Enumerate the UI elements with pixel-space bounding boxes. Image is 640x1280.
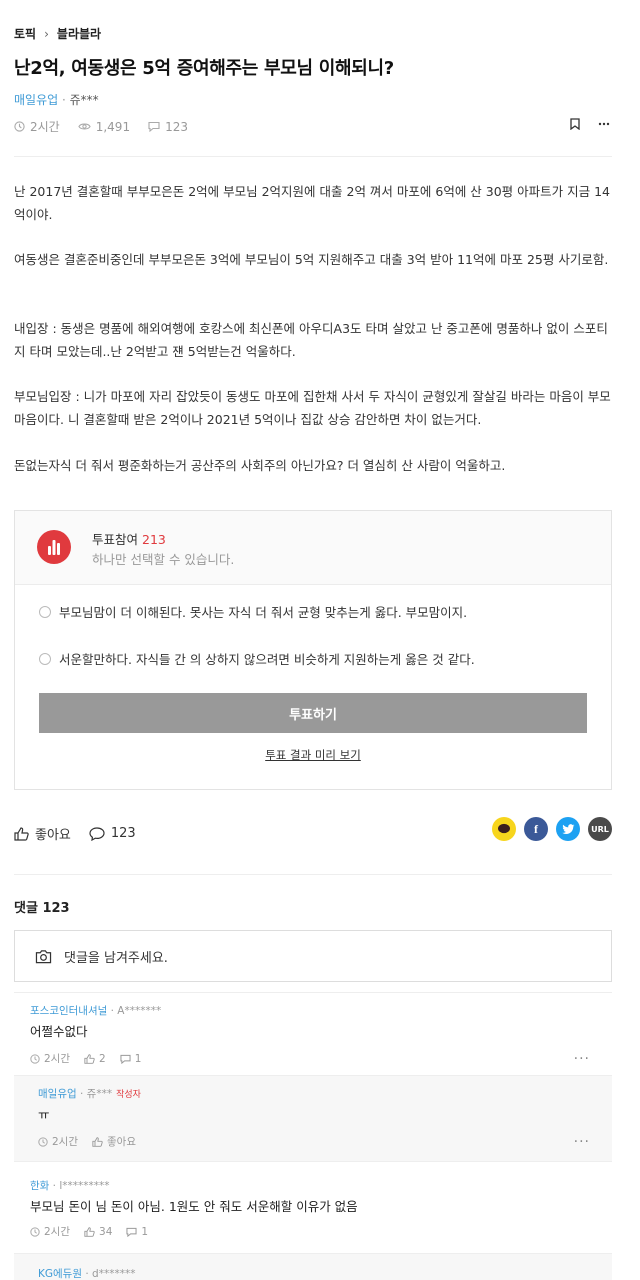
post-paragraph: 내입장 : 동생은 명품에 해외여행에 호캉스에 최신폰에 아우디A3도 타며 … (14, 321, 608, 359)
poll-title: 투표참여 213 (92, 529, 166, 548)
comment-author: 매일유업 · 쥬*** 작성자 (38, 1088, 141, 1100)
thumbs-up-icon (14, 826, 29, 841)
poll-option-label: 부모님맘이 더 이해된다. 못사는 자식 더 줘서 균형 맞추는게 옳다. 부모… (59, 605, 468, 620)
poll-option-label: 서운할만하다. 자식들 간 의 상하지 않으려면 비슷하게 지원하는게 옳은 것… (59, 652, 475, 667)
comment-meta: 2시간 좋아요 (38, 1134, 136, 1149)
comment-like-button[interactable]: 34 (84, 1226, 112, 1238)
like-label: 좋아요 (35, 828, 71, 843)
url-share-button[interactable]: URL (588, 817, 612, 841)
comment-author: 포스코인터내셔널 · A******* (30, 1005, 162, 1017)
chevron-right-icon: › (44, 26, 49, 41)
clock-icon (14, 121, 25, 132)
camera-icon[interactable] (35, 949, 52, 964)
comment-item: 한화 · l********* 부모님 돈이 님 돈이 아님. 1원도 안 줘도… (14, 1161, 612, 1253)
comments-title: 댓글 123 (14, 901, 70, 916)
comment-like-button[interactable]: 좋아요 (92, 1134, 136, 1149)
vote-button[interactable]: 투표하기 (39, 693, 587, 733)
comment-icon (89, 826, 105, 841)
divider (14, 874, 612, 875)
poll-header: 투표참여 213 하나만 선택할 수 있습니다. (15, 511, 611, 585)
post-paragraph: 난 2017년 결혼할때 부부모은돈 2억에 부모님 2억지원에 대출 2억 껴… (14, 184, 611, 222)
share-buttons: f URL (492, 817, 612, 841)
eye-icon (78, 121, 91, 132)
comment-item: 포스코인터내셔널 · A******* 어쩔수없다 2시간 2 1 ··· (14, 992, 612, 1075)
poll-count: 213 (142, 532, 166, 547)
clock-icon (38, 1136, 48, 1147)
post-paragraph: 여동생은 결혼준비중인데 부부모은돈 3억에 부모님이 5억 지원해주고 대출 … (14, 252, 609, 267)
kakao-share-button[interactable] (492, 817, 516, 841)
breadcrumb: 토픽 › 블라블라 (14, 25, 101, 42)
comment-meta: 2시간 2 1 (30, 1051, 141, 1066)
comment-count-button[interactable]: 123 (89, 826, 136, 841)
more-icon[interactable]: ··· (574, 1051, 590, 1067)
comment-like-button[interactable]: 2 (84, 1053, 106, 1065)
post-meta: 2시간 1,491 123 (14, 118, 188, 135)
comment-text: ㅠ (38, 1107, 50, 1122)
facebook-icon: f (534, 821, 538, 836)
author-company[interactable]: 매일유업 (14, 93, 58, 107)
poll-option[interactable]: 부모님맘이 더 이해된다. 못사는 자식 더 줘서 균형 맞추는게 옳다. 부모… (39, 602, 467, 621)
post-paragraph: 부모님입장 : 니가 마포에 자리 잡았듯이 동생도 마포에 집한채 사서 두 … (14, 389, 611, 427)
poll-label: 투표참여 (92, 532, 139, 547)
divider (14, 156, 612, 157)
post-title: 난2억, 여동생은 5억 증여해주는 부모님 이해되니? (14, 58, 394, 79)
poll-preview-link[interactable]: 투표 결과 미리 보기 (15, 747, 611, 763)
radio-button[interactable] (39, 652, 51, 665)
post-reactions: 좋아요 123 (14, 824, 136, 843)
post-comments-text: 123 (165, 119, 188, 134)
post-comments: 123 (148, 120, 188, 134)
more-icon[interactable]: ··· (574, 1134, 590, 1150)
post-author: 매일유업 · 쥬*** (14, 91, 99, 108)
thumbs-up-icon (84, 1226, 95, 1237)
comment-reply-button[interactable]: 1 (120, 1053, 141, 1065)
thumbs-up-icon (92, 1136, 103, 1147)
post-views-text: 1,491 (95, 119, 131, 134)
comment-text: 부모님 돈이 님 돈이 아님. 1원도 안 줘도 서운해할 이유가 없음 (30, 1199, 358, 1214)
radio-button[interactable] (39, 605, 51, 618)
facebook-share-button[interactable]: f (524, 817, 548, 841)
author-badge: 작성자 (116, 1090, 141, 1100)
comment-reply-item: KG에듀원 · d******* (14, 1253, 612, 1280)
breadcrumb-board[interactable]: 블라블라 (57, 25, 101, 42)
post-views: 1,491 (78, 120, 130, 134)
thumbs-up-icon (84, 1053, 95, 1064)
comment-input-placeholder: 댓글을 남겨주세요. (64, 950, 168, 966)
poll-box: 투표참여 213 하나만 선택할 수 있습니다. 부모님맘이 더 이해된다. 못… (14, 510, 612, 790)
poll-option[interactable]: 서운할만하다. 자식들 간 의 상하지 않으려면 비슷하게 지원하는게 옳은 것… (39, 649, 475, 668)
post-paragraph: 돈없는자식 더 줘서 평준화하는거 공산주의 사회주의 아닌가요? 더 열심히 … (14, 458, 506, 473)
post-time-text: 2시간 (30, 120, 60, 134)
kakao-icon (498, 823, 510, 834)
author-separator: · (58, 93, 70, 107)
twitter-share-button[interactable] (556, 817, 580, 841)
more-icon[interactable] (598, 122, 610, 126)
comment-count: 123 (110, 826, 136, 841)
comment-author: KG에듀원 · d******* (38, 1268, 136, 1280)
comment-author: 한화 · l********* (30, 1180, 110, 1192)
comment-reply-item: 매일유업 · 쥬*** 작성자 ㅠ 2시간 좋아요 ··· (14, 1075, 612, 1161)
comment-reply-button[interactable]: 1 (126, 1226, 148, 1238)
post-time: 2시간 (14, 118, 60, 135)
comment-icon (126, 1227, 137, 1237)
post-actions (570, 118, 610, 130)
comment-meta: 2시간 34 1 (30, 1224, 148, 1239)
comment-icon (148, 121, 160, 132)
author-nick: 쥬*** (69, 93, 99, 107)
breadcrumb-topic[interactable]: 토픽 (14, 25, 36, 42)
poll-chart-icon (37, 530, 71, 564)
like-button[interactable]: 좋아요 (14, 824, 71, 843)
clock-icon (30, 1053, 40, 1064)
clock-icon (30, 1226, 40, 1237)
twitter-icon (561, 823, 574, 834)
comment-icon (120, 1054, 131, 1064)
comment-input[interactable]: 댓글을 남겨주세요. (14, 930, 612, 982)
bookmark-icon[interactable] (570, 118, 580, 130)
poll-subtitle: 하나만 선택할 수 있습니다. (92, 552, 235, 567)
comment-text: 어쩔수없다 (30, 1024, 88, 1039)
